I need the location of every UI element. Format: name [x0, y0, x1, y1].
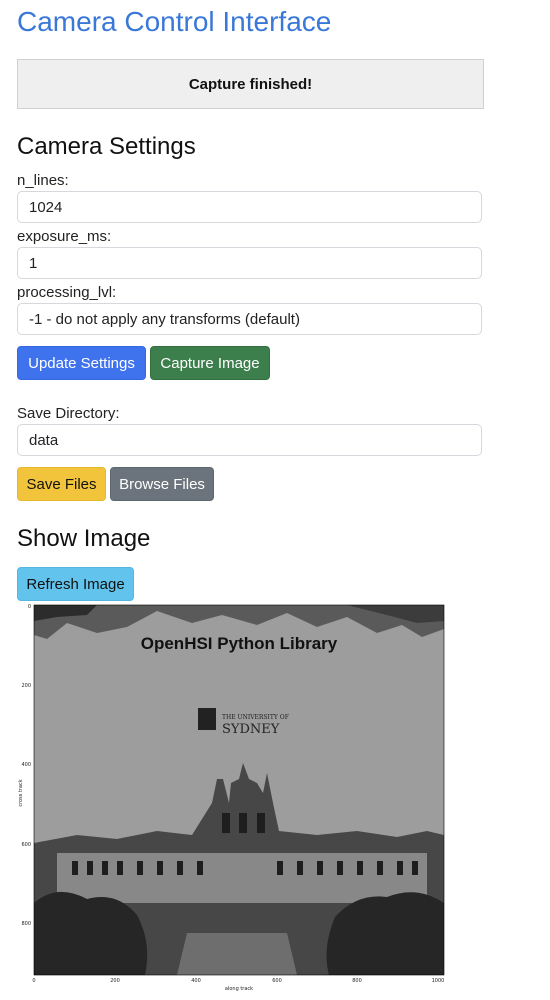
- x-axis-label: along track: [225, 986, 253, 992]
- processing-lvl-label: processing_lvl:: [17, 284, 117, 301]
- x-tick-label: 800: [352, 978, 362, 984]
- exposure-ms-input[interactable]: 1: [17, 247, 482, 279]
- n-lines-label: n_lines:: [17, 172, 69, 189]
- show-image-heading: Show Image: [17, 525, 151, 552]
- status-message-box: Capture finished!: [17, 59, 484, 109]
- save-directory-label: Save Directory:: [17, 405, 120, 422]
- x-tick-label: 0: [32, 978, 35, 984]
- app-title: Camera Control Interface: [17, 6, 332, 37]
- y-tick-label: 600: [21, 842, 31, 848]
- n-lines-input[interactable]: 1024: [17, 191, 482, 223]
- x-axis: 0 200 400 600 800 1000 along track: [32, 978, 444, 992]
- y-axis: 0 200 400 600 800 cross track: [18, 604, 31, 927]
- save-directory-input[interactable]: data: [17, 424, 482, 456]
- browse-files-button[interactable]: Browse Files: [110, 467, 214, 501]
- y-tick-label: 400: [21, 762, 31, 768]
- y-tick-label: 0: [28, 604, 31, 610]
- image-banner-text: OpenHSI Python Library: [141, 634, 338, 653]
- refresh-image-button[interactable]: Refresh Image: [17, 567, 134, 601]
- y-tick-label: 800: [21, 921, 31, 927]
- x-tick-label: 400: [191, 978, 201, 984]
- logo-line1: THE UNIVERSITY OF: [222, 714, 289, 721]
- y-tick-label: 200: [21, 683, 31, 689]
- captured-image-figure: THE UNIVERSITY OF SYDNEY OpenHSI Python …: [18, 604, 444, 992]
- capture-image-button[interactable]: Capture Image: [150, 346, 270, 380]
- x-tick-label: 1000: [432, 978, 445, 984]
- exposure-ms-label: exposure_ms:: [17, 228, 112, 245]
- save-files-button[interactable]: Save Files: [17, 467, 106, 501]
- captured-image: THE UNIVERSITY OF SYDNEY OpenHSI Python …: [34, 605, 444, 975]
- logo-line2: SYDNEY: [222, 722, 280, 737]
- camera-settings-heading: Camera Settings: [17, 133, 196, 160]
- x-tick-label: 200: [110, 978, 120, 984]
- update-settings-button[interactable]: Update Settings: [17, 346, 146, 380]
- status-message: Capture finished!: [188, 75, 313, 93]
- x-tick-label: 600: [272, 978, 282, 984]
- y-axis-label: cross track: [18, 779, 24, 806]
- processing-lvl-select[interactable]: -1 - do not apply any transforms (defaul…: [17, 303, 482, 335]
